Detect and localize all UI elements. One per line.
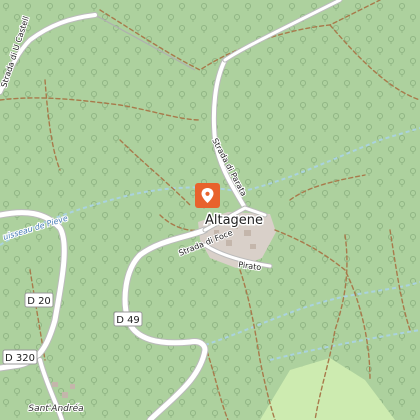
- map-pin-icon[interactable]: [195, 183, 220, 208]
- svg-text:D 320: D 320: [5, 353, 35, 364]
- map-canvas[interactable]: Strada di U Castell Strada di Parata Str…: [0, 0, 420, 420]
- building: [52, 382, 58, 387]
- building: [62, 392, 68, 398]
- road-shield-d20: D 20: [24, 292, 54, 308]
- road-shield-d49: D 49: [113, 311, 143, 327]
- road-shield-d320: D 320: [2, 349, 38, 365]
- map-view[interactable]: Strada di U Castell Strada di Parata Str…: [0, 0, 420, 420]
- building: [70, 384, 75, 389]
- building: [244, 230, 251, 236]
- place-label: Altagene: [205, 213, 263, 228]
- building: [226, 240, 232, 246]
- svg-text:D 20: D 20: [27, 296, 51, 307]
- building: [250, 244, 256, 249]
- hamlet-label: Sant'Andréa: [28, 403, 83, 414]
- svg-text:D 49: D 49: [116, 315, 140, 326]
